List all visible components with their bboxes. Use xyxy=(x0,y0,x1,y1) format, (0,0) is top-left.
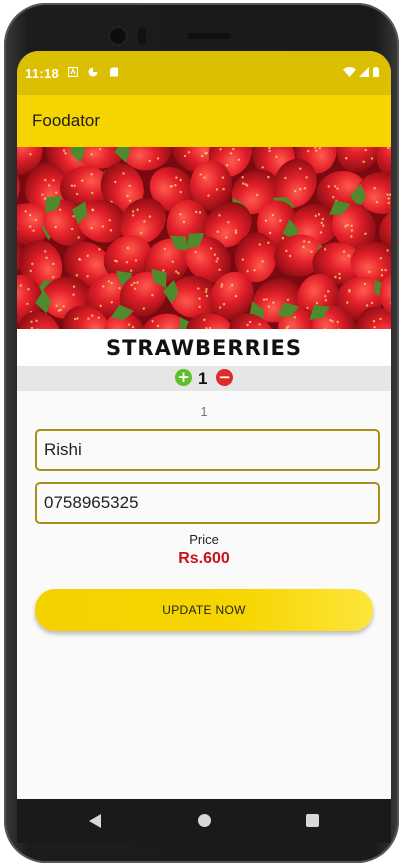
app-screen: 11:18 Foodator STRAWBERRIES + 1 − 1 Rish… xyxy=(17,51,391,831)
back-icon[interactable] xyxy=(89,814,101,828)
product-image xyxy=(17,147,391,329)
plus-circle-icon[interactable]: + xyxy=(175,369,192,386)
home-icon[interactable] xyxy=(198,814,211,827)
sd-card-icon xyxy=(110,67,118,77)
app-title: Foodator xyxy=(32,111,101,130)
price-label: Price xyxy=(189,532,219,547)
product-name: STRAWBERRIES xyxy=(105,336,303,360)
price-value: Rs.600 xyxy=(178,550,230,567)
notification-a-icon xyxy=(68,67,78,77)
notification-b-icon xyxy=(88,67,98,77)
minus-circle-icon[interactable]: − xyxy=(216,369,233,386)
status-bar: 11:18 xyxy=(17,51,391,95)
quantity-display: 1 xyxy=(200,404,208,419)
product-header: STRAWBERRIES xyxy=(17,329,391,366)
name-field[interactable]: Rishi xyxy=(35,429,380,471)
recent-apps-icon[interactable] xyxy=(306,814,319,827)
system-nav-bar xyxy=(17,799,391,843)
app-bar: Foodator xyxy=(17,95,391,147)
proximity-sensor xyxy=(138,27,146,45)
update-now-button[interactable]: UPDATE NOW xyxy=(35,589,373,631)
wifi-icon xyxy=(343,67,356,77)
status-time: 11:18 xyxy=(25,66,60,81)
strawberries-photo xyxy=(17,147,391,329)
quantity-stepper: + 1 − xyxy=(17,366,391,391)
front-camera xyxy=(110,28,126,44)
signal-icon xyxy=(359,67,369,77)
quantity-value: 1 xyxy=(198,369,208,388)
earpiece-speaker xyxy=(187,33,231,39)
phone-field[interactable]: 0758965325 xyxy=(35,482,380,524)
battery-icon xyxy=(373,67,379,77)
